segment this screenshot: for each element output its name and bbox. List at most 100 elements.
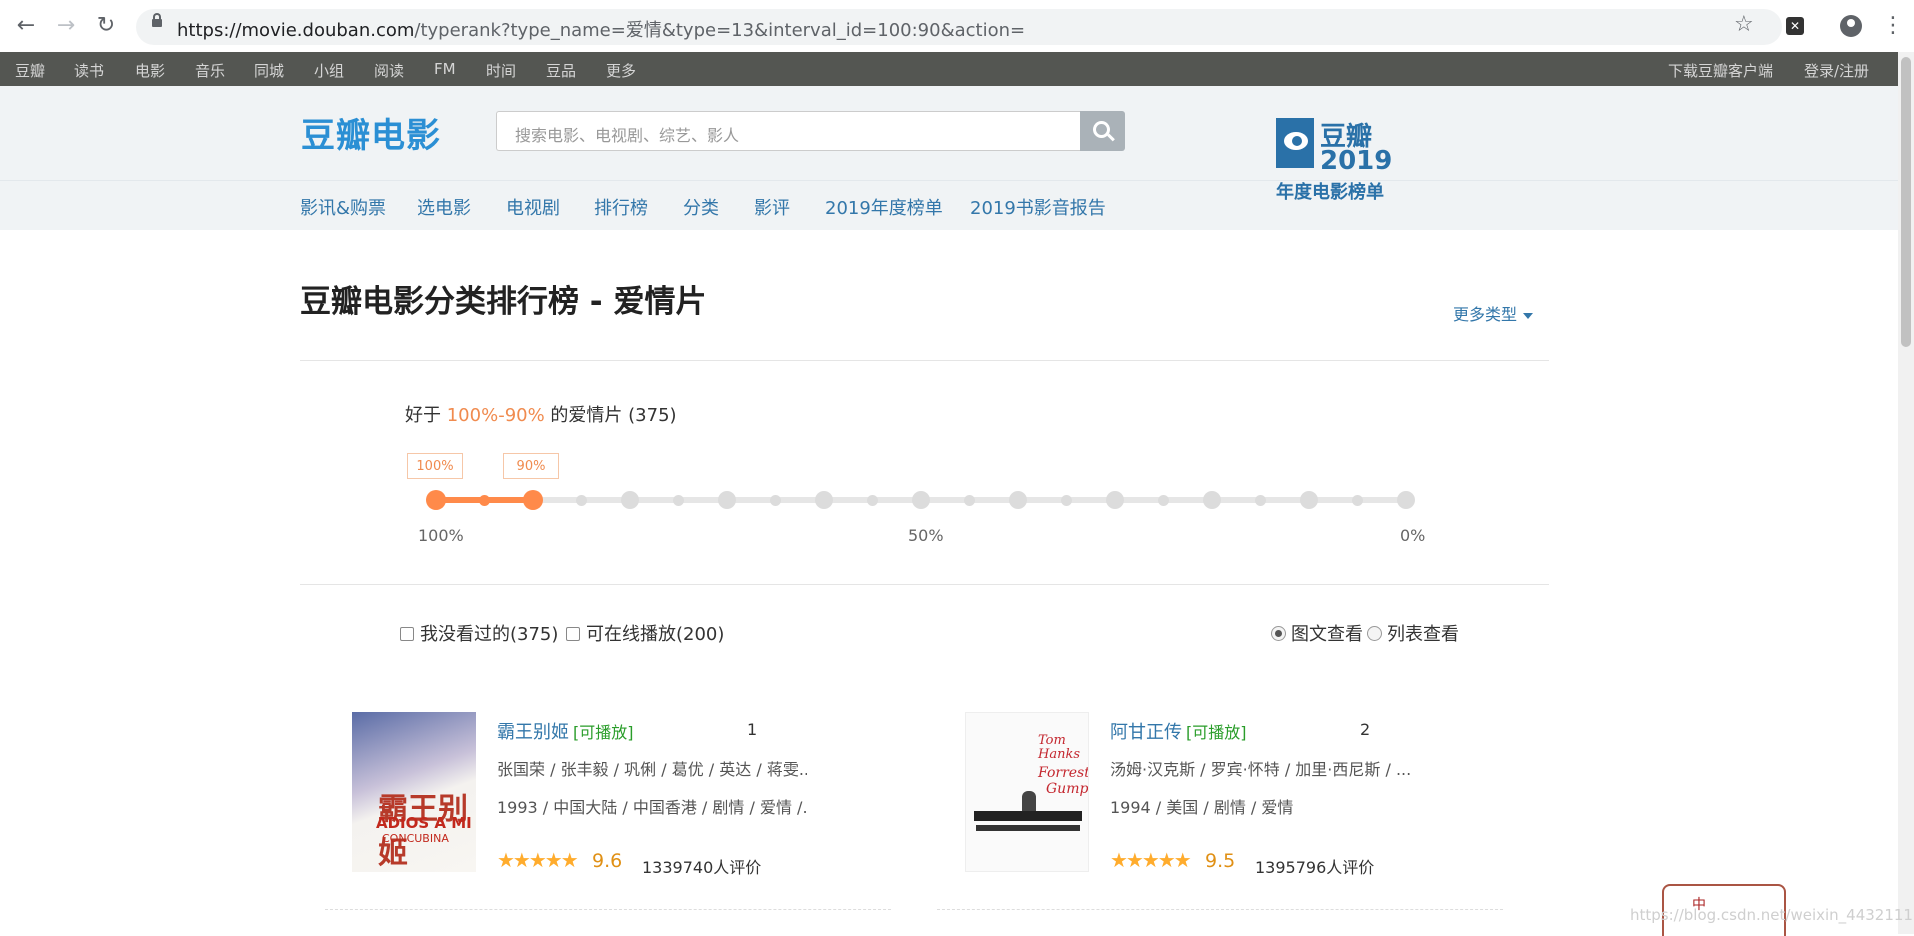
- movie-rank: 2: [1360, 720, 1371, 739]
- url-text[interactable]: https://movie.douban.com/typerank?type_n…: [177, 16, 1025, 42]
- reload-icon[interactable]: ↻: [92, 12, 120, 40]
- slider-stop[interactable]: [523, 490, 543, 510]
- slider-stop[interactable]: [426, 490, 446, 510]
- subnav-tickets[interactable]: 影讯&购票: [300, 194, 386, 220]
- global-nav-movie[interactable]: 电影: [135, 60, 165, 81]
- slider-label-100: 100%: [418, 526, 464, 545]
- global-nav-group[interactable]: 小组: [314, 60, 344, 81]
- search-icon-handle: [1107, 133, 1115, 142]
- page-title: 豆瓣电影分类排行榜 - 爱情片: [300, 284, 707, 320]
- subnav-report[interactable]: 2019书影音报告: [970, 194, 1106, 220]
- douban-movie-logo[interactable]: 豆瓣电影: [301, 108, 441, 157]
- download-app-link[interactable]: 下载豆瓣客户端: [1668, 60, 1773, 81]
- subnav-explore[interactable]: 选电影: [417, 194, 471, 220]
- playable-checkbox[interactable]: [566, 626, 580, 641]
- filter-unseen[interactable]: 我没看过的(375): [400, 620, 558, 646]
- extension-icon[interactable]: ✕: [1786, 17, 1804, 35]
- percentile-slider[interactable]: 100% 90% 100% 50% 0%: [407, 440, 1425, 545]
- global-nav-market[interactable]: 豆品: [546, 60, 576, 81]
- slider-stop[interactable]: [479, 494, 490, 506]
- movie-title-link[interactable]: 霸王别姬 [可播放]: [497, 718, 634, 744]
- slider-stop[interactable]: [1300, 491, 1318, 509]
- back-icon[interactable]: ←: [12, 12, 40, 40]
- subnav-annual[interactable]: 2019年度榜单: [825, 194, 943, 220]
- rating-stars-icon: ★★★★★: [1110, 848, 1192, 872]
- movie-title: 霸王别姬: [497, 722, 569, 743]
- badge-line-2: 2019: [1320, 146, 1393, 176]
- slider-stop[interactable]: [1203, 491, 1221, 509]
- global-nav-music[interactable]: 音乐: [195, 60, 225, 81]
- view-grid-option[interactable]: 图文查看: [1271, 620, 1363, 646]
- more-types-dropdown[interactable]: 更多类型: [1453, 301, 1534, 325]
- search-button[interactable]: [1080, 111, 1125, 151]
- movie-score: 9.6: [592, 850, 623, 872]
- slider-stop[interactable]: [718, 491, 736, 509]
- slider-stop[interactable]: [815, 491, 833, 509]
- view-grid-radio[interactable]: [1271, 626, 1286, 641]
- url-path: /typerank?type_name=爱情&type=13&interval_…: [414, 20, 1026, 41]
- view-list-option[interactable]: 列表查看: [1367, 620, 1459, 646]
- movie-score: 9.5: [1205, 850, 1236, 872]
- card-divider: [937, 909, 1503, 911]
- unseen-checkbox[interactable]: [400, 626, 414, 641]
- slider-stop[interactable]: [964, 494, 975, 506]
- annual-list-badge[interactable]: 豆瓣 2019 年度电影榜单: [1272, 116, 1392, 206]
- search-input[interactable]: 搜索电影、电视剧、综艺、影人: [496, 111, 1080, 151]
- range-suffix: 的爱情片 (375): [544, 405, 677, 426]
- global-nav-more[interactable]: 更多: [606, 60, 636, 81]
- slider-stop[interactable]: [576, 494, 587, 506]
- url-host: https://movie.douban.com: [177, 20, 415, 41]
- movie-cast: 汤姆·汉克斯 / 罗宾·怀特 / 加里·西尼斯 / ...: [1110, 760, 1412, 779]
- slider-tip-left: 100%: [407, 453, 463, 479]
- range-highlight: 100%-90%: [446, 405, 545, 426]
- movie-title-link[interactable]: 阿甘正传 [可播放]: [1110, 718, 1247, 744]
- movie-info: 1994 / 美国 / 剧情 / 爱情: [1110, 798, 1294, 817]
- subnav-chart[interactable]: 排行榜: [594, 194, 648, 220]
- browser-toolbar: ← → ↻ https://movie.douban.com/typerank?…: [0, 0, 1914, 53]
- subnav-tag[interactable]: 分类: [683, 194, 719, 220]
- poster-bench: [974, 811, 1082, 821]
- filter-playable-label: 可在线播放(200): [586, 624, 725, 645]
- rating-stars-icon: ★★★★★: [497, 848, 579, 872]
- menu-kebab-icon[interactable]: ⋮: [1882, 13, 1904, 38]
- view-list-radio[interactable]: [1367, 626, 1382, 641]
- slider-stop[interactable]: [1352, 494, 1363, 506]
- slider-stop[interactable]: [770, 494, 781, 506]
- subnav-review[interactable]: 影评: [754, 194, 790, 220]
- movie-title: 阿甘正传: [1110, 722, 1182, 743]
- slider-stop[interactable]: [1009, 491, 1027, 509]
- header-divider: [0, 180, 1898, 181]
- slider-stop[interactable]: [912, 491, 930, 509]
- slider-stop[interactable]: [1061, 494, 1072, 506]
- global-nav-douban[interactable]: 豆瓣: [15, 60, 45, 81]
- page-scrollbar[interactable]: [1898, 52, 1914, 934]
- bookmark-star-icon[interactable]: ☆: [1734, 12, 1754, 37]
- global-nav-location[interactable]: 同城: [254, 60, 284, 81]
- global-nav-book[interactable]: 读书: [74, 60, 104, 81]
- movie-votes: 1395796人评价: [1255, 858, 1375, 877]
- forward-icon[interactable]: →: [52, 12, 80, 40]
- site-header: [0, 86, 1898, 230]
- subnav-tv[interactable]: 电视剧: [506, 194, 560, 220]
- global-nav-time[interactable]: 时间: [486, 60, 516, 81]
- slider-stop[interactable]: [1397, 491, 1415, 509]
- movie-poster[interactable]: Tom Hanks Forrest Gump: [965, 712, 1089, 872]
- global-nav-read[interactable]: 阅读: [374, 60, 404, 81]
- movie-poster[interactable]: 霸王别姬 ADIOS A MI CONCUBINA: [352, 712, 476, 872]
- filter-playable[interactable]: 可在线播放(200): [566, 620, 724, 646]
- slider-label-0: 0%: [1400, 526, 1426, 545]
- slider-stop[interactable]: [673, 494, 684, 506]
- login-register-link[interactable]: 登录/注册: [1804, 60, 1869, 81]
- poster-text-4: Gump: [1046, 781, 1089, 797]
- profile-icon[interactable]: [1840, 15, 1862, 37]
- slider-stop[interactable]: [1158, 494, 1169, 506]
- slider-stop[interactable]: [1255, 494, 1266, 506]
- slider-stop[interactable]: [621, 491, 639, 509]
- global-nav-fm[interactable]: FM: [434, 60, 456, 78]
- playable-tag: [可播放]: [1186, 723, 1247, 742]
- slider-stop[interactable]: [867, 494, 878, 506]
- poster-text-3: Forrest: [1038, 765, 1089, 781]
- scrollbar-thumb[interactable]: [1901, 57, 1911, 347]
- slider-stop[interactable]: [1106, 491, 1124, 509]
- title-divider: [300, 360, 1549, 361]
